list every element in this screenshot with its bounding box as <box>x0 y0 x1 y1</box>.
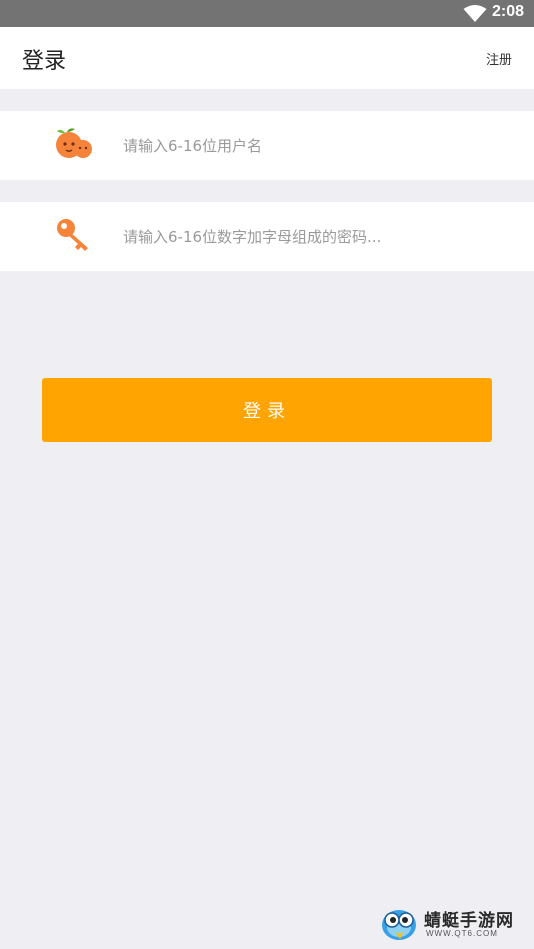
status-time: 2:08 <box>491 3 524 20</box>
watermark: 蜻蜓手游网 WWW.QT6.COM <box>376 903 526 945</box>
watermark-url: WWW.QT6.COM <box>426 929 498 938</box>
status-bar: 2:08 <box>0 0 534 27</box>
app-bar: 登录 注册 <box>0 27 534 89</box>
watermark-name: 蜻蜓手游网 <box>424 911 514 931</box>
register-link[interactable]: 注册 <box>486 49 512 68</box>
username-input[interactable] <box>123 111 503 180</box>
key-icon <box>57 219 88 251</box>
page-title: 登录 <box>22 49 67 74</box>
login-button[interactable]: 登录 <box>42 378 492 442</box>
dragonfly-mascot-logo <box>382 910 416 940</box>
orange-fruit-icon <box>56 128 92 158</box>
password-input[interactable] <box>123 202 503 271</box>
username-row <box>0 111 534 180</box>
wifi-icon <box>463 5 487 22</box>
password-row <box>0 202 534 271</box>
